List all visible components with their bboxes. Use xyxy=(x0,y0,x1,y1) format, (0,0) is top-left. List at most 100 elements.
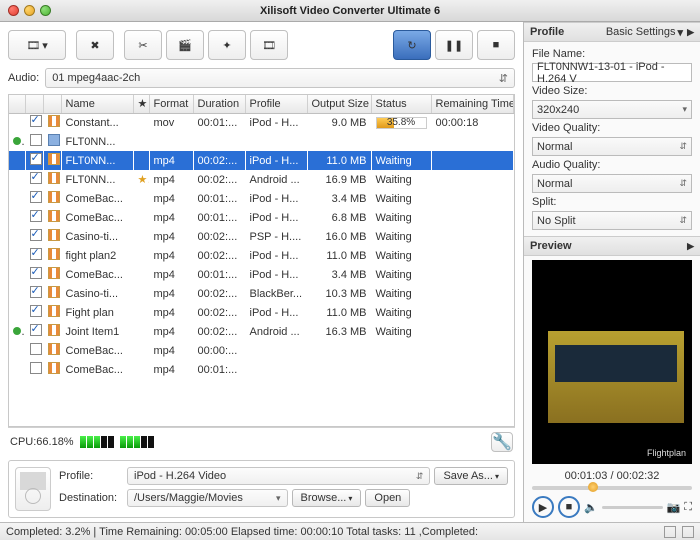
col-name: Name xyxy=(61,95,133,113)
table-row[interactable]: Fight planmp400:02:...iPod - H...11.0 MB… xyxy=(9,303,514,322)
audio-quality-label: Audio Quality: xyxy=(532,159,692,171)
row-checkbox[interactable] xyxy=(30,172,42,184)
basic-settings-dropdown[interactable]: Basic Settings xyxy=(606,26,676,38)
cell-format: mov xyxy=(149,113,193,132)
cell-status: Waiting xyxy=(371,265,431,284)
row-checkbox[interactable] xyxy=(30,153,42,165)
preview-stop-button[interactable]: ■ xyxy=(558,496,580,518)
clip-button[interactable]: 🎬 xyxy=(166,30,204,60)
open-button[interactable]: Open xyxy=(365,489,410,507)
settings-button[interactable]: 🔧 xyxy=(491,432,513,452)
table-row[interactable]: Constant...mov00:01:...iPod - H...9.0 MB… xyxy=(9,113,514,132)
status-icon-2[interactable] xyxy=(682,526,694,538)
video-quality-select[interactable]: Normal⇵ xyxy=(532,137,692,156)
expand-icon[interactable]: ▶ xyxy=(687,27,694,38)
status-icon-1[interactable] xyxy=(664,526,676,538)
video-file-icon xyxy=(48,115,60,127)
window-title: Xilisoft Video Converter Ultimate 6 xyxy=(0,5,700,17)
row-checkbox[interactable] xyxy=(30,229,42,241)
cell-output: 16.0 MB xyxy=(307,227,371,246)
effects-button[interactable]: ✦ xyxy=(208,30,246,60)
table-row[interactable]: FLT0NN... xyxy=(9,132,514,151)
cell-profile xyxy=(245,132,307,151)
cpu-meter-2 xyxy=(120,436,154,448)
browse-button[interactable]: Browse...▾ xyxy=(292,489,362,507)
cell-profile: iPod - H... xyxy=(245,265,307,284)
cell-profile: BlackBer... xyxy=(245,284,307,303)
col-profile: Profile xyxy=(245,95,307,113)
row-checkbox[interactable] xyxy=(30,286,42,298)
cell-name: ComeBac... xyxy=(61,265,133,284)
filename-input[interactable]: FLT0NNW1-13-01 - iPod - H.264 V xyxy=(532,63,692,82)
row-checkbox[interactable] xyxy=(30,248,42,260)
cell-output xyxy=(307,360,371,379)
cell-name: Fight plan xyxy=(61,303,133,322)
cell-profile xyxy=(245,341,307,360)
stop-button[interactable]: ■ xyxy=(477,30,515,60)
table-row[interactable]: ComeBac...mp400:01:...iPod - H...3.4 MBW… xyxy=(9,189,514,208)
table-row[interactable]: ComeBac...mp400:01:...iPod - H...6.8 MBW… xyxy=(9,208,514,227)
save-as-button[interactable]: Save As...▾ xyxy=(434,467,508,485)
cell-duration: 00:02:... xyxy=(193,322,245,341)
cell-output: 9.0 MB xyxy=(307,113,371,132)
edit-button[interactable]: 🎞 xyxy=(250,30,288,60)
cell-profile xyxy=(245,360,307,379)
row-checkbox[interactable] xyxy=(30,210,42,222)
destination-select[interactable]: /Users/Maggie/Movies▾ xyxy=(127,489,288,507)
col-output: Output Size xyxy=(307,95,371,113)
cell-name: ComeBac... xyxy=(61,360,133,379)
video-file-icon xyxy=(48,248,60,260)
audio-label: Audio: xyxy=(8,72,39,84)
video-size-select[interactable]: 320x240▾ xyxy=(532,100,692,119)
row-checkbox[interactable] xyxy=(30,115,42,127)
video-file-icon xyxy=(48,324,60,336)
cut-button[interactable]: ✂ xyxy=(124,30,162,60)
volume-icon[interactable]: 🔈 xyxy=(584,501,598,514)
audio-select[interactable]: 01 mpeg4aac-2ch⇵ xyxy=(45,68,515,88)
expand-preview-icon[interactable]: ▶ xyxy=(687,241,694,252)
cell-star xyxy=(133,132,149,151)
table-row[interactable]: Casino-ti...mp400:02:...PSP - H....16.0 … xyxy=(9,227,514,246)
table-row[interactable]: fight plan2mp400:02:...iPod - H...11.0 M… xyxy=(9,246,514,265)
cell-star xyxy=(133,189,149,208)
split-select[interactable]: No Split⇵ xyxy=(532,211,692,230)
cell-duration xyxy=(193,132,245,151)
add-file-button[interactable]: 🎞▾ xyxy=(8,30,66,60)
cell-output: 11.0 MB xyxy=(307,303,371,322)
cell-output: 3.4 MB xyxy=(307,265,371,284)
table-row[interactable]: Casino-ti...mp400:02:...BlackBer...10.3 … xyxy=(9,284,514,303)
video-file-icon xyxy=(48,286,60,298)
col-remain: Remaining Time xyxy=(431,95,514,113)
fullscreen-button[interactable]: ⛶ xyxy=(684,501,692,514)
volume-slider[interactable] xyxy=(602,506,663,509)
cell-format: mp4 xyxy=(149,322,193,341)
table-row[interactable]: FLT0NN...mp400:02:...iPod - H...11.0 MBW… xyxy=(9,151,514,170)
row-checkbox[interactable] xyxy=(30,362,42,374)
convert-button[interactable]: ↻ xyxy=(393,30,431,60)
row-checkbox[interactable] xyxy=(30,267,42,279)
row-checkbox[interactable] xyxy=(30,134,42,146)
row-checkbox[interactable] xyxy=(30,324,42,336)
cell-profile: PSP - H.... xyxy=(245,227,307,246)
preview-play-button[interactable]: ▶ xyxy=(532,496,554,518)
preview-seek-slider[interactable] xyxy=(532,486,692,490)
remove-button[interactable]: ✖ xyxy=(76,30,114,60)
row-checkbox[interactable] xyxy=(30,305,42,317)
snapshot-button[interactable]: 📷 xyxy=(667,501,681,514)
row-checkbox[interactable] xyxy=(30,343,42,355)
table-row[interactable]: Joint Item1mp400:02:...Android ...16.3 M… xyxy=(9,322,514,341)
col-star: ★ xyxy=(133,95,149,113)
table-row[interactable]: ComeBac...mp400:01:... xyxy=(9,360,514,379)
cell-status: Waiting xyxy=(371,246,431,265)
cell-profile: iPod - H... xyxy=(245,151,307,170)
table-row[interactable]: FLT0NN...★mp400:02:...Android ...16.9 MB… xyxy=(9,170,514,189)
cell-duration: 00:02:... xyxy=(193,284,245,303)
cell-star xyxy=(133,227,149,246)
table-row[interactable]: ComeBac...mp400:00:... xyxy=(9,341,514,360)
profile-select[interactable]: iPod - H.264 Video⇵ xyxy=(127,467,430,485)
cell-remain xyxy=(431,246,514,265)
audio-quality-select[interactable]: Normal⇵ xyxy=(532,174,692,193)
pause-button[interactable]: ❚❚ xyxy=(435,30,473,60)
table-row[interactable]: ComeBac...mp400:01:...iPod - H...3.4 MBW… xyxy=(9,265,514,284)
row-checkbox[interactable] xyxy=(30,191,42,203)
